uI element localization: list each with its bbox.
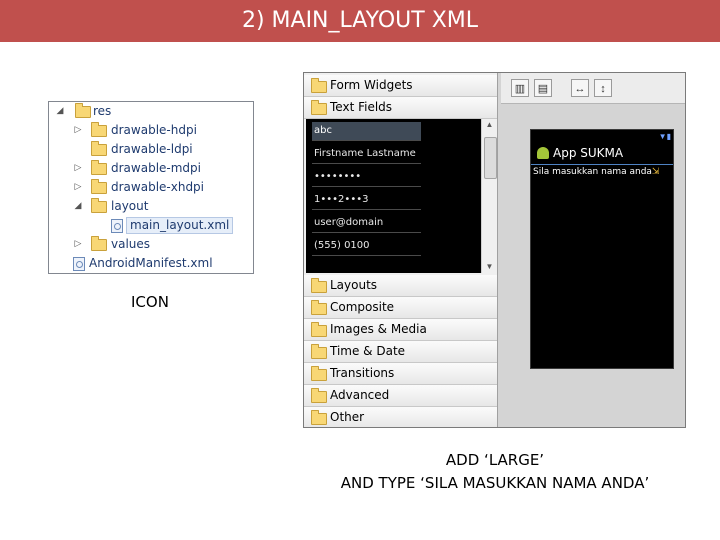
res-folder-icon	[75, 103, 91, 118]
text-fields-list: abc Firstname Lastname •••••••• 1•••2•••…	[306, 119, 481, 273]
tree-item-label: res	[93, 104, 112, 118]
folder-icon	[311, 78, 327, 93]
android-icon	[537, 147, 549, 159]
category-label: Layouts	[330, 278, 378, 292]
folder-icon	[91, 160, 107, 175]
text-field-number-password[interactable]: 1•••2•••3	[312, 191, 421, 210]
open-folder-icon	[311, 100, 327, 115]
app-title: App SUKMA	[553, 146, 624, 160]
text-field-person-name[interactable]: Firstname Lastname	[312, 145, 421, 164]
slide-title: 2) MAIN_LAYOUT XML	[0, 0, 720, 42]
tree-item-label: drawable-hdpi	[111, 123, 197, 137]
folder-icon	[311, 388, 327, 403]
icon-caption: ICON	[131, 293, 169, 311]
fill-height-icon[interactable]: ↕	[594, 79, 612, 97]
category-label: Form Widgets	[330, 78, 413, 92]
device-preview: ▼▮ App SUKMA Sila masukkan nama anda⇲	[530, 129, 674, 369]
palette-scrollbar[interactable]: ▲ ▼	[481, 119, 497, 273]
tree-item-label: values	[111, 237, 151, 251]
palette-category-time-date[interactable]: Time & Date	[304, 341, 497, 363]
folder-icon	[91, 179, 107, 194]
text-field-plain[interactable]: abc	[312, 122, 421, 141]
palette-category-advanced[interactable]: Advanced	[304, 385, 497, 407]
text-field-phone[interactable]: (555) 0100	[312, 237, 421, 256]
scroll-thumb[interactable]	[484, 137, 497, 179]
project-tree: ◢ res ▷ drawable-hdpi drawable-ldpi ▷ dr…	[48, 101, 254, 274]
category-label: Text Fields	[330, 100, 393, 114]
widget-palette: Form Widgets Text Fields abc Firstname L…	[304, 73, 498, 427]
folder-icon	[311, 344, 327, 359]
instruction-line-2: AND TYPE ‘SILA MASUKKAN NAMA ANDA’	[340, 474, 650, 492]
layout-editor: Form Widgets Text Fields abc Firstname L…	[303, 72, 686, 428]
screen-text-label: Sila masukkan nama anda	[533, 167, 652, 177]
tree-item-label: drawable-xhdpi	[111, 180, 205, 194]
collapse-arrow-icon[interactable]: ▷	[73, 178, 83, 196]
editor-toolbar: ▥ ▤ ↔ ↕	[501, 73, 685, 104]
tree-item-label: main_layout.xml	[126, 217, 234, 234]
instructions: ADD ‘LARGE’ AND TYPE ‘SILA MASUKKAN NAMA…	[300, 449, 690, 495]
palette-category-other[interactable]: Other	[304, 407, 497, 427]
folder-icon	[311, 410, 327, 425]
folder-icon	[311, 278, 327, 293]
horizontal-layout-icon[interactable]: ▥	[511, 79, 529, 97]
category-label: Images & Media	[330, 322, 427, 336]
xml-file-icon	[73, 257, 85, 271]
tree-item-label: layout	[111, 199, 149, 213]
collapse-arrow-icon[interactable]: ▷	[73, 121, 83, 139]
folder-icon	[311, 300, 327, 315]
large-text-view[interactable]: Sila masukkan nama anda⇲	[533, 167, 659, 177]
tree-item-label: drawable-ldpi	[111, 142, 193, 156]
expand-arrow-icon[interactable]: ◢	[73, 197, 83, 215]
text-field-password[interactable]: ••••••••	[312, 168, 421, 187]
collapse-arrow-icon[interactable]: ▷	[73, 159, 83, 177]
palette-category-transitions[interactable]: Transitions	[304, 363, 497, 385]
palette-category-images-media[interactable]: Images & Media	[304, 319, 497, 341]
category-label: Advanced	[330, 388, 390, 402]
fill-width-icon[interactable]: ↔	[571, 79, 589, 97]
text-field-email[interactable]: user@domain	[312, 214, 421, 233]
category-label: Transitions	[330, 366, 395, 380]
folder-icon	[91, 236, 107, 251]
collapse-arrow-icon[interactable]: ▷	[73, 235, 83, 253]
expand-arrow-icon[interactable]: ◢	[55, 102, 65, 120]
tree-item-label: drawable-mdpi	[111, 161, 201, 175]
folder-icon	[91, 198, 107, 213]
action-bar: App SUKMA	[531, 144, 673, 165]
tree-item-label: AndroidManifest.xml	[89, 256, 213, 270]
category-label: Time & Date	[330, 344, 406, 358]
xml-file-icon	[111, 219, 123, 233]
palette-category-form-widgets[interactable]: Form Widgets	[304, 75, 497, 97]
category-label: Other	[330, 410, 365, 424]
folder-icon	[91, 141, 107, 156]
folder-icon	[91, 122, 107, 137]
palette-category-composite[interactable]: Composite	[304, 297, 497, 319]
scroll-up-icon[interactable]: ▲	[482, 119, 497, 131]
scroll-down-icon[interactable]: ▼	[482, 261, 497, 273]
vertical-layout-icon[interactable]: ▤	[534, 79, 552, 97]
status-bar-icons: ▼▮	[658, 132, 671, 141]
palette-category-text-fields[interactable]: Text Fields	[304, 97, 497, 119]
palette-category-layouts[interactable]: Layouts	[304, 275, 497, 297]
instruction-line-1: ADD ‘LARGE’	[445, 451, 545, 469]
category-label: Composite	[330, 300, 395, 314]
folder-icon	[311, 322, 327, 337]
folder-icon	[311, 366, 327, 381]
resize-handle-icon[interactable]: ⇲	[652, 167, 660, 177]
